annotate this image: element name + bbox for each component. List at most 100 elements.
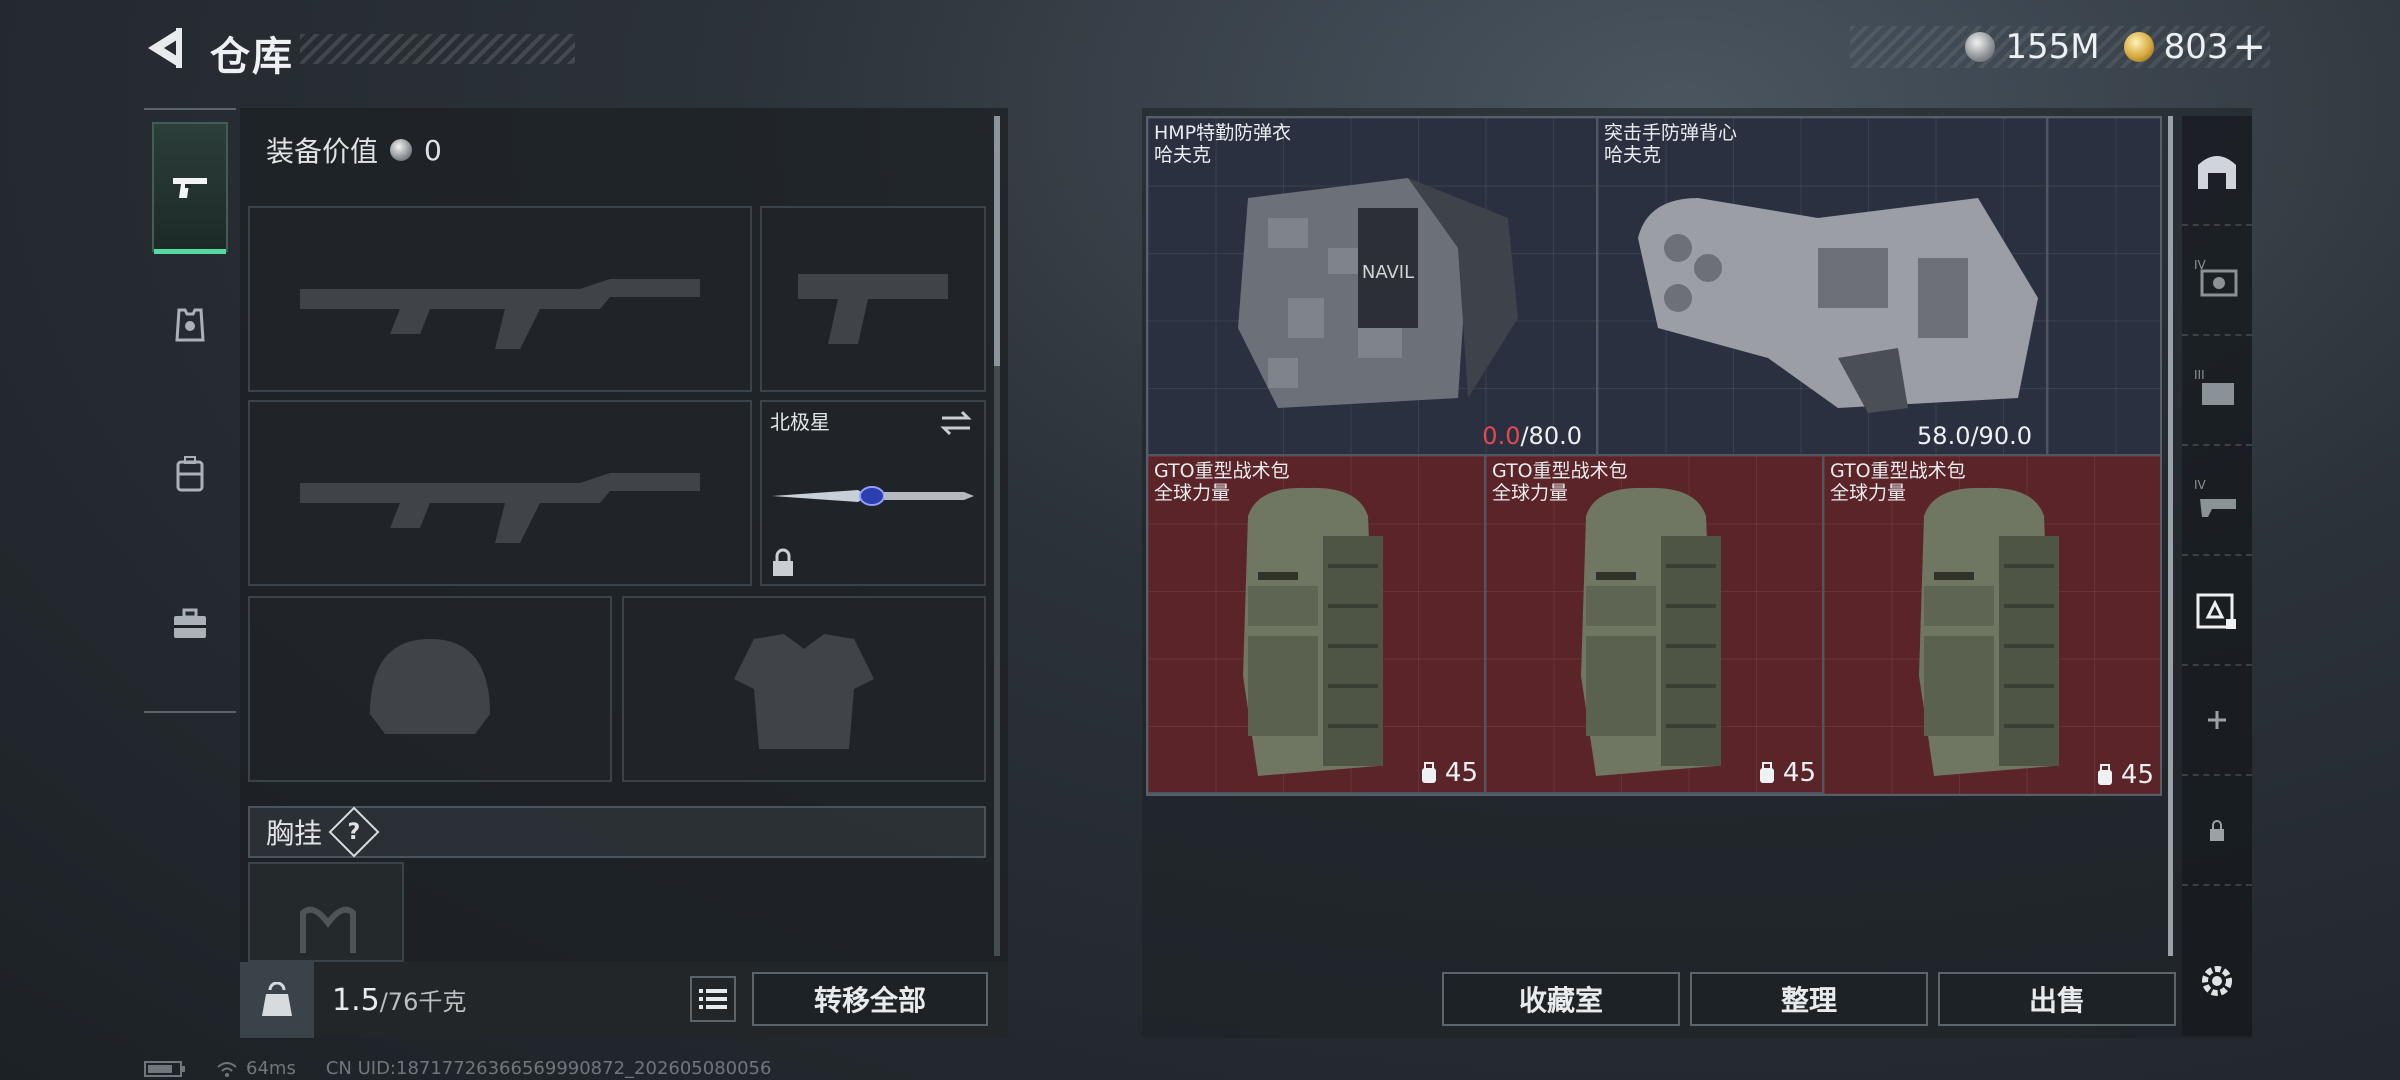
vest-silhouette-icon (624, 598, 984, 780)
stash-tab-iii[interactable]: III (2182, 336, 2252, 446)
weight-icon (262, 982, 292, 1016)
item-name: HMP特勤防弹衣 (1154, 122, 1292, 144)
container-tier-iii-icon: III (2194, 368, 2234, 405)
gold-currency: 803 + (2123, 24, 2266, 70)
backpack-image (1243, 487, 1383, 776)
briefcase-icon (174, 608, 206, 638)
plus-icon (2208, 711, 2226, 729)
pistol-slot[interactable] (760, 206, 986, 392)
add-currency-button[interactable]: + (2232, 24, 2266, 70)
chest-rig-silhouette-icon (300, 906, 356, 953)
item-name: 突击手防弹背心 (1604, 122, 1738, 144)
ping-value: 64ms (246, 1058, 296, 1079)
pistol-icon (173, 178, 207, 198)
melee-slot[interactable]: 北极星 (760, 400, 986, 586)
armor-vest-image (1638, 198, 2038, 413)
primary-weapon-slot[interactable] (248, 206, 752, 392)
lock-icon (2210, 820, 2224, 841)
container-tier-iv-icon: IV (2194, 478, 2236, 517)
stash-tab-selected[interactable] (2182, 556, 2252, 666)
list-view-button[interactable] (690, 976, 736, 1022)
currency-bar: 155M 803 + (1850, 24, 2270, 70)
warehouse-icon (2198, 156, 2236, 189)
tab-backpack[interactable] (152, 410, 228, 540)
list-icon (699, 989, 727, 1009)
gold-coin-icon (2123, 32, 2154, 62)
chest-rig-header[interactable]: 胸挂 ? (248, 806, 986, 858)
battery-icon (144, 1060, 185, 1077)
silver-coin-icon (390, 139, 413, 161)
stash-tab-add[interactable] (2182, 666, 2252, 776)
durability-current: 58.0 (1917, 422, 1971, 450)
gold-amount: 803 (2163, 27, 2229, 67)
container-tier-iv-icon: IV (2194, 258, 2238, 297)
stash-item-backpack-1[interactable]: GTO重型战术包 全球力量 45 (1148, 456, 1486, 794)
stash-grid: HMP特勤防弹衣 哈夫克 NAVIL 0.0/80.0 突击手防弹背心 哈夫克 (1146, 116, 2162, 796)
equipment-value: 装备价值 0 (266, 130, 442, 170)
body-armor-slot[interactable] (622, 596, 986, 782)
rifle-silhouette-icon (250, 402, 750, 584)
tab-weapons[interactable] (152, 122, 228, 254)
durability-max: /90.0 (1970, 422, 2032, 450)
silver-coin-icon (1965, 32, 1996, 62)
rifle-silhouette-icon (250, 208, 750, 390)
settings-button[interactable] (2182, 926, 2252, 1036)
sort-button[interactable]: 整理 (1690, 972, 1928, 1026)
equipment-tab-rail (144, 108, 236, 713)
armor-vest-icon (175, 308, 205, 342)
capacity-value: 45 (1782, 758, 1816, 788)
svg-text:IV: IV (2194, 478, 2207, 492)
armor-vest-image: NAVIL (1238, 178, 1518, 408)
user-uid: CN UID:18717726366569990872_202605080056 (325, 1058, 772, 1079)
chest-rig-slot[interactable] (248, 862, 404, 962)
title-decoration (300, 34, 575, 64)
weight-current: 1.5 (332, 983, 380, 1018)
stash-tab-all[interactable] (2182, 116, 2252, 226)
durability-max: /80.0 (1520, 422, 1582, 450)
capacity-value: 45 (1444, 758, 1478, 788)
equip-value-amount: 0 (424, 133, 442, 167)
sell-button[interactable]: 出售 (1938, 972, 2176, 1026)
svg-text:III: III (2194, 368, 2205, 382)
chevron-left-icon (148, 28, 182, 68)
durability-current: 0.0 (1482, 422, 1521, 450)
tab-armor[interactable] (152, 260, 228, 390)
weight-max: /76千克 (379, 988, 467, 1016)
stash-tab-locked[interactable] (2182, 776, 2252, 886)
silver-amount: 155M (2005, 27, 2100, 67)
chest-rig-label: 胸挂 (266, 817, 323, 850)
swap-icon[interactable] (938, 408, 974, 438)
backpack-image (1919, 487, 2059, 776)
backpack-capacity: 45 (2095, 760, 2154, 790)
backpack-icon (1421, 762, 1436, 783)
stash-item-armor-2[interactable]: 突击手防弹背心 哈夫克 58.0/90.0 (1598, 118, 2048, 456)
stash-scrollbar[interactable] (2168, 116, 2173, 956)
stash-category-rail: IV III IV (2182, 116, 2252, 1036)
helmet-slot[interactable] (248, 596, 612, 782)
backpack-icon (2097, 764, 2112, 785)
stash-item-armor-1[interactable]: HMP特勤防弹衣 哈夫克 NAVIL 0.0/80.0 (1148, 118, 1598, 456)
collection-room-button[interactable]: 收藏室 (1442, 972, 1680, 1026)
durability-readout: 0.0/80.0 (1482, 422, 1582, 450)
backpack-capacity: 45 (1757, 758, 1816, 788)
status-bar: 64ms CN UID:18717726366569990872_2026050… (144, 1058, 771, 1079)
stash-tab-iv-a[interactable]: IV (2182, 226, 2252, 336)
durability-readout: 58.0/90.0 (1917, 422, 2032, 450)
equipment-scrollbar[interactable] (994, 116, 1000, 956)
tab-case[interactable] (152, 560, 228, 690)
back-button[interactable] (140, 22, 190, 74)
stash-item-backpack-2[interactable]: GTO重型战术包 全球力量 45 (1486, 456, 1824, 794)
help-icon[interactable]: ? (328, 806, 380, 858)
stash-empty-cell[interactable] (2048, 118, 2160, 456)
capacity-value: 45 (2120, 760, 2154, 790)
knife-icon (772, 486, 974, 506)
stash-tab-iv-b[interactable]: IV (2182, 446, 2252, 556)
weight-icon-box (240, 962, 314, 1038)
stash-item-backpack-3[interactable]: GTO重型战术包 全球力量 45 (1824, 456, 2160, 794)
secure-case-icon (2196, 593, 2236, 629)
backpack-icon (176, 456, 204, 492)
secondary-weapon-slot[interactable] (248, 400, 752, 586)
transfer-all-button[interactable]: 转移全部 (752, 972, 988, 1026)
backpack-capacity: 45 (1419, 758, 1478, 788)
helmet-silhouette-icon (250, 598, 610, 780)
